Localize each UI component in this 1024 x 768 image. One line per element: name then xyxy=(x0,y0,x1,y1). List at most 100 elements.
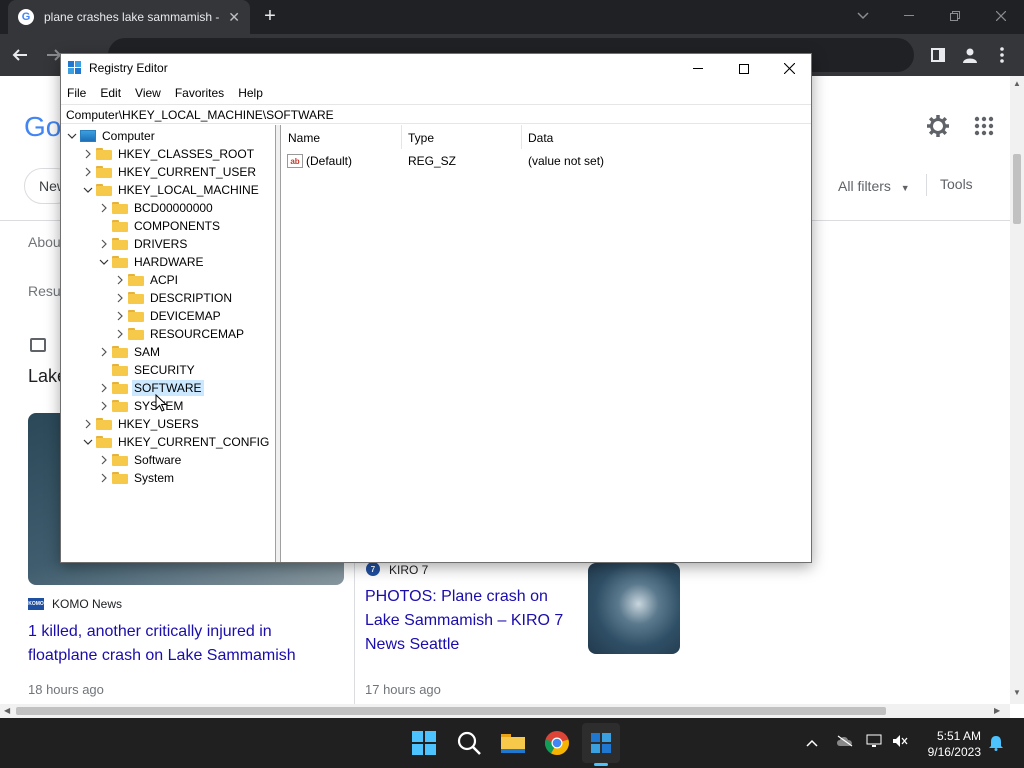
volume-muted-icon[interactable] xyxy=(892,734,908,751)
registry-editor-taskbar-icon[interactable] xyxy=(587,729,615,757)
collapsed-chevron-icon[interactable] xyxy=(98,379,110,397)
onedrive-cloud-icon[interactable] xyxy=(836,734,854,750)
column-header-name[interactable]: Name xyxy=(282,125,402,149)
minimize-icon[interactable] xyxy=(675,54,721,83)
tree-node[interactable]: SAM xyxy=(98,343,162,361)
tree-node[interactable]: DEVICEMAP xyxy=(114,307,223,325)
pane-splitter[interactable] xyxy=(276,125,281,562)
browser-tab[interactable]: G plane crashes lake sammamish - ✕ xyxy=(8,0,250,34)
tree-node[interactable]: HKEY_LOCAL_MACHINE xyxy=(82,181,261,199)
tree-node[interactable]: Computer xyxy=(66,127,157,145)
google-apps-icon[interactable] xyxy=(974,116,994,136)
vertical-scrollbar[interactable]: ▲ ▼ xyxy=(1010,76,1024,704)
menu-favorites[interactable]: Favorites xyxy=(169,86,230,100)
value-name[interactable]: (Default) xyxy=(306,154,352,168)
article-1-headline-link[interactable]: 1 killed, another critically injured in … xyxy=(28,620,328,668)
collapsed-chevron-icon[interactable] xyxy=(98,199,110,217)
article-2-image[interactable] xyxy=(588,563,680,654)
menu-view[interactable]: View xyxy=(129,86,167,100)
horizontal-scroll-thumb[interactable] xyxy=(16,707,886,715)
scroll-right-arrow-icon[interactable]: ▶ xyxy=(994,706,1000,715)
google-logo[interactable]: Go xyxy=(24,111,61,143)
clock-time[interactable]: 5:51 AM xyxy=(936,729,981,743)
horizontal-scrollbar[interactable]: ◀ ▶ xyxy=(0,704,1010,718)
show-hidden-icons-chevron-icon[interactable] xyxy=(806,734,818,750)
profile-icon[interactable] xyxy=(960,45,980,65)
file-explorer-icon[interactable] xyxy=(499,729,527,757)
collapsed-chevron-icon[interactable] xyxy=(98,469,110,487)
side-panel-icon[interactable] xyxy=(928,45,948,65)
folder-icon xyxy=(96,166,112,178)
tree-node[interactable]: HARDWARE xyxy=(98,253,206,271)
collapsed-chevron-icon[interactable] xyxy=(114,289,126,307)
chrome-menu-icon[interactable] xyxy=(994,45,1010,65)
tab-close-icon[interactable]: ✕ xyxy=(228,9,240,26)
folder-icon xyxy=(128,310,144,322)
collapsed-chevron-icon[interactable] xyxy=(98,343,110,361)
tree-node[interactable]: System xyxy=(98,469,176,487)
expanded-chevron-icon[interactable] xyxy=(98,253,110,271)
notification-bell-icon[interactable] xyxy=(988,735,1004,754)
tree-node[interactable]: SYSTEM xyxy=(98,397,185,415)
folder-icon xyxy=(96,148,112,160)
expanded-chevron-icon[interactable] xyxy=(82,433,94,451)
browser-restore-icon[interactable] xyxy=(940,4,970,28)
collapsed-chevron-icon[interactable] xyxy=(114,307,126,325)
collapsed-chevron-icon[interactable] xyxy=(114,271,126,289)
registry-address-bar[interactable]: Computer\HKEY_LOCAL_MACHINE\SOFTWARE xyxy=(61,104,811,124)
scroll-down-arrow-icon[interactable]: ▼ xyxy=(1013,688,1021,697)
tree-node[interactable]: DESCRIPTION xyxy=(114,289,234,307)
tree-node[interactable]: HKEY_CURRENT_CONFIG xyxy=(82,433,271,451)
tree-node-label: HKEY_CURRENT_USER xyxy=(118,165,257,179)
menu-file[interactable]: File xyxy=(61,86,92,100)
tree-node[interactable]: RESOURCEMAP xyxy=(114,325,246,343)
tree-node[interactable]: ACPI xyxy=(114,271,180,289)
menu-edit[interactable]: Edit xyxy=(94,86,127,100)
komo-logo-icon: KOMO xyxy=(28,598,44,610)
tree-node[interactable]: HKEY_CURRENT_USER xyxy=(82,163,258,181)
scroll-up-arrow-icon[interactable]: ▲ xyxy=(1013,79,1021,88)
all-filters-button[interactable]: All filters ▼ xyxy=(838,178,910,194)
tree-node[interactable]: HKEY_CLASSES_ROOT xyxy=(82,145,256,163)
column-header-data[interactable]: Data xyxy=(522,125,810,149)
expanded-chevron-icon[interactable] xyxy=(82,181,94,199)
tree-node-label: DRIVERS xyxy=(134,237,188,251)
back-arrow-icon[interactable] xyxy=(10,45,30,65)
browser-minimize-icon[interactable] xyxy=(894,4,924,28)
article-2-headline-link[interactable]: PHOTOS: Plane crash on Lake Sammamish – … xyxy=(365,585,577,657)
tree-node[interactable]: Software xyxy=(98,451,183,469)
collapsed-chevron-icon[interactable] xyxy=(82,145,94,163)
column-header-type[interactable]: Type xyxy=(402,125,522,149)
network-icon[interactable] xyxy=(866,734,884,751)
search-icon[interactable] xyxy=(455,729,483,757)
maximize-icon[interactable] xyxy=(721,54,767,83)
collapsed-chevron-icon[interactable] xyxy=(98,451,110,469)
menu-help[interactable]: Help xyxy=(232,86,269,100)
new-tab-button[interactable]: + xyxy=(258,4,282,28)
tree-node[interactable]: SECURITY xyxy=(98,361,197,379)
windows-start-icon[interactable] xyxy=(410,729,438,757)
close-icon[interactable] xyxy=(766,54,812,83)
clock-date[interactable]: 9/16/2023 xyxy=(920,745,981,759)
collapsed-chevron-icon[interactable] xyxy=(82,415,94,433)
tree-node[interactable]: HKEY_USERS xyxy=(82,415,201,433)
collapsed-chevron-icon[interactable] xyxy=(98,397,110,415)
browser-close-icon[interactable] xyxy=(986,4,1016,28)
collapsed-chevron-icon[interactable] xyxy=(114,325,126,343)
tab-search-chevron-icon[interactable] xyxy=(848,4,878,28)
folder-icon xyxy=(112,454,128,466)
collapsed-chevron-icon[interactable] xyxy=(82,163,94,181)
tools-button[interactable]: Tools xyxy=(940,176,973,192)
tree-node[interactable]: COMPONENTS xyxy=(98,217,222,235)
collapsed-chevron-icon[interactable] xyxy=(98,235,110,253)
scroll-left-arrow-icon[interactable]: ◀ xyxy=(4,706,10,715)
registry-editor-titlebar[interactable]: Registry Editor xyxy=(61,54,811,83)
vertical-scroll-thumb[interactable] xyxy=(1013,154,1021,224)
gear-icon[interactable] xyxy=(926,114,950,138)
tree-node[interactable]: BCD00000000 xyxy=(98,199,215,217)
tree-node[interactable]: DRIVERS xyxy=(98,235,189,253)
expanded-chevron-icon[interactable] xyxy=(66,127,78,145)
value-type: REG_SZ xyxy=(408,154,457,168)
chrome-icon[interactable] xyxy=(543,729,571,757)
tree-node[interactable]: SOFTWARE xyxy=(98,379,204,397)
